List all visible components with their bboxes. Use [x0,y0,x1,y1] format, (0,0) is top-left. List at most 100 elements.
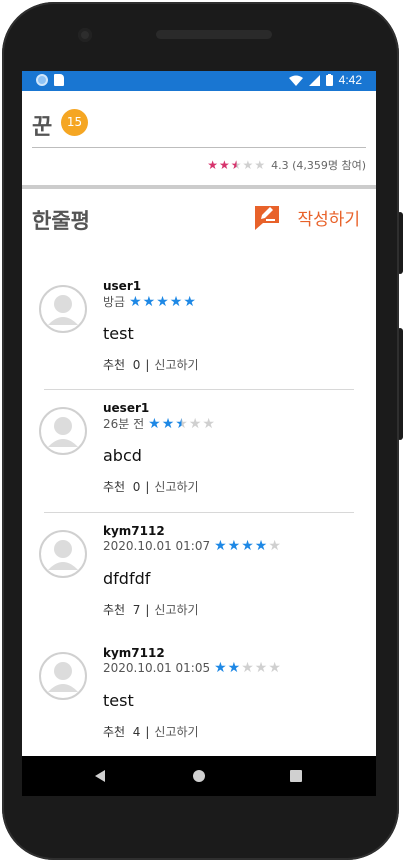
review-content: test [103,691,134,710]
header-divider [32,147,366,148]
star-icon: ★ [214,660,227,676]
report-button[interactable]: 신고하기 [154,601,198,618]
recommend-count: 0 [132,480,141,494]
star-icon: ★ [169,293,183,310]
recommend-label: 추천 [103,358,126,372]
star-icon: ★ [268,660,281,676]
star-icon: ★ [268,538,281,554]
star-icon: ★ [241,538,254,554]
review-content: abcd [103,446,142,465]
star-icon: ★ [230,158,242,172]
recommend-button[interactable]: 추천 0 [103,478,140,495]
review-item: user1 방금 ★ ★ ★ ★ ★ test 추천 0 | 신고하기 [22,256,376,378]
review-item: kym7112 2020.10.01 01:07 ★ ★ ★ ★ ★ dfdfdf 추천… [22,501,376,623]
star-icon: ★ [227,538,241,554]
write-icon [255,206,280,230]
battery-icon [325,74,333,86]
recommend-button[interactable]: 추천 0 [103,356,140,373]
star-icon: ★ [227,660,241,676]
star-icon: ★ [254,660,268,676]
rating-summary: 4.3 (4,359명 참여) [271,159,366,172]
star-icon: ★ [241,660,254,676]
review-actions: 추천 0 | 신고하기 [103,356,199,373]
star-icon: ★ [148,415,161,432]
review-stars: ★ ★ ★ ★ ★ [214,538,281,554]
recommend-button[interactable]: 추천 4 [103,723,140,740]
phone-frame: 4:42 꾼 15 ★★★★★ 4.3 (4,359명 참여) 한줄평 [0,0,403,864]
review-meta: 26분 전 ★ ★ ★ ★ ★ [103,415,215,432]
action-separator: | [145,724,150,739]
review-time: 방금 [103,295,126,309]
review-item: kym7112 2020.10.01 01:05 ★ ★ ★ ★ ★ test 추천 4… [22,623,376,745]
star-icon: ★ [214,538,227,554]
status-time: 4:42 [338,73,362,87]
star-icon: ★ [142,293,156,310]
recommend-label: 추천 [103,725,126,739]
review-time: 2020.10.01 01:07 [103,539,211,553]
user-avatar-icon [39,285,87,333]
report-button[interactable]: 신고하기 [154,723,198,740]
recommend-button[interactable]: 추천 7 [103,601,140,618]
review-actions: 추천 7 | 신고하기 [103,601,199,618]
movie-header: 꾼 15 ★ ★ ★ ★ ★ 4.3 (4,359명 참여) [22,91,376,189]
review-actions: 추천 0 | 신고하기 [103,478,199,495]
recommend-count: 0 [132,358,141,372]
notification-icon [36,74,48,86]
review-stars: ★ ★ ★ ★ ★ [129,294,196,310]
review-meta: 방금 ★ ★ ★ ★ ★ [103,293,196,310]
app-screen: 4:42 꾼 15 ★★★★★ 4.3 (4,359명 참여) 한줄평 [22,71,376,756]
star-icon: ★ [219,158,230,172]
recents-icon[interactable] [290,769,302,783]
movie-title: 꾼 [32,115,53,140]
review-meta: 2020.10.01 01:07 ★ ★ ★ ★ ★ [103,538,281,554]
star-icon: ★ [202,415,215,432]
star-icon: ★ [242,158,254,172]
sd-card-icon [54,74,64,86]
reviews-title: 한줄평 [32,209,90,233]
report-button[interactable]: 신고하기 [154,478,198,495]
recommend-label: 추천 [103,603,126,617]
star-icon: ★ [207,158,219,172]
star-icon: ★ [183,293,196,310]
wifi-icon [288,75,303,86]
back-icon[interactable] [94,769,106,783]
review-username: kym7112 [103,524,165,538]
reviews-header: 한줄평 작성하기 [22,199,376,239]
user-avatar-icon [39,530,87,578]
action-separator: | [145,602,150,617]
review-meta: 2020.10.01 01:05 ★ ★ ★ ★ ★ [103,660,281,676]
review-username: ueser1 [103,401,150,415]
review-content: dfdfdf [103,569,151,588]
recommend-label: 추천 [103,480,126,494]
review-actions: 추천 4 | 신고하기 [103,723,199,740]
star-icon: ★ [156,293,169,310]
status-bar: 4:42 [22,71,376,91]
star-icon: ★ [254,538,268,554]
home-icon[interactable] [192,769,206,783]
overall-rating: ★ ★ ★ ★ ★ 4.3 (4,359명 참여) [207,157,366,173]
star-icon: ★ [175,415,188,432]
review-stars: ★ ★ ★ ★ ★ [148,416,215,432]
user-avatar-icon [39,407,87,455]
android-nav-bar [22,756,376,796]
review-stars: ★ ★ ★ ★ ★ [214,660,281,676]
review-item: ueser1 26분 전 ★ ★ ★ ★ ★ abcd 추천 0 | 신고하기 [22,378,376,500]
section-separator [22,185,376,189]
speaker-grille [156,30,272,39]
review-time: 2020.10.01 01:05 [103,661,211,675]
action-separator: | [145,479,150,494]
recommend-count: 7 [132,603,141,617]
write-review-label: 작성하기 [297,209,360,230]
action-separator: | [145,357,150,372]
star-icon: ★ [161,415,175,432]
write-review-button[interactable]: 작성하기 [253,203,360,231]
age-rating-badge: 15 [61,109,88,136]
review-username: user1 [103,279,142,293]
report-button[interactable]: 신고하기 [154,356,198,373]
review-time: 26분 전 [103,417,145,431]
star-icon: ★ [188,415,202,432]
signal-icon [308,74,320,86]
star-icon: ★ [254,158,266,172]
recommend-count: 4 [132,725,141,739]
overall-stars: ★ ★ ★ ★ ★ [207,158,265,172]
